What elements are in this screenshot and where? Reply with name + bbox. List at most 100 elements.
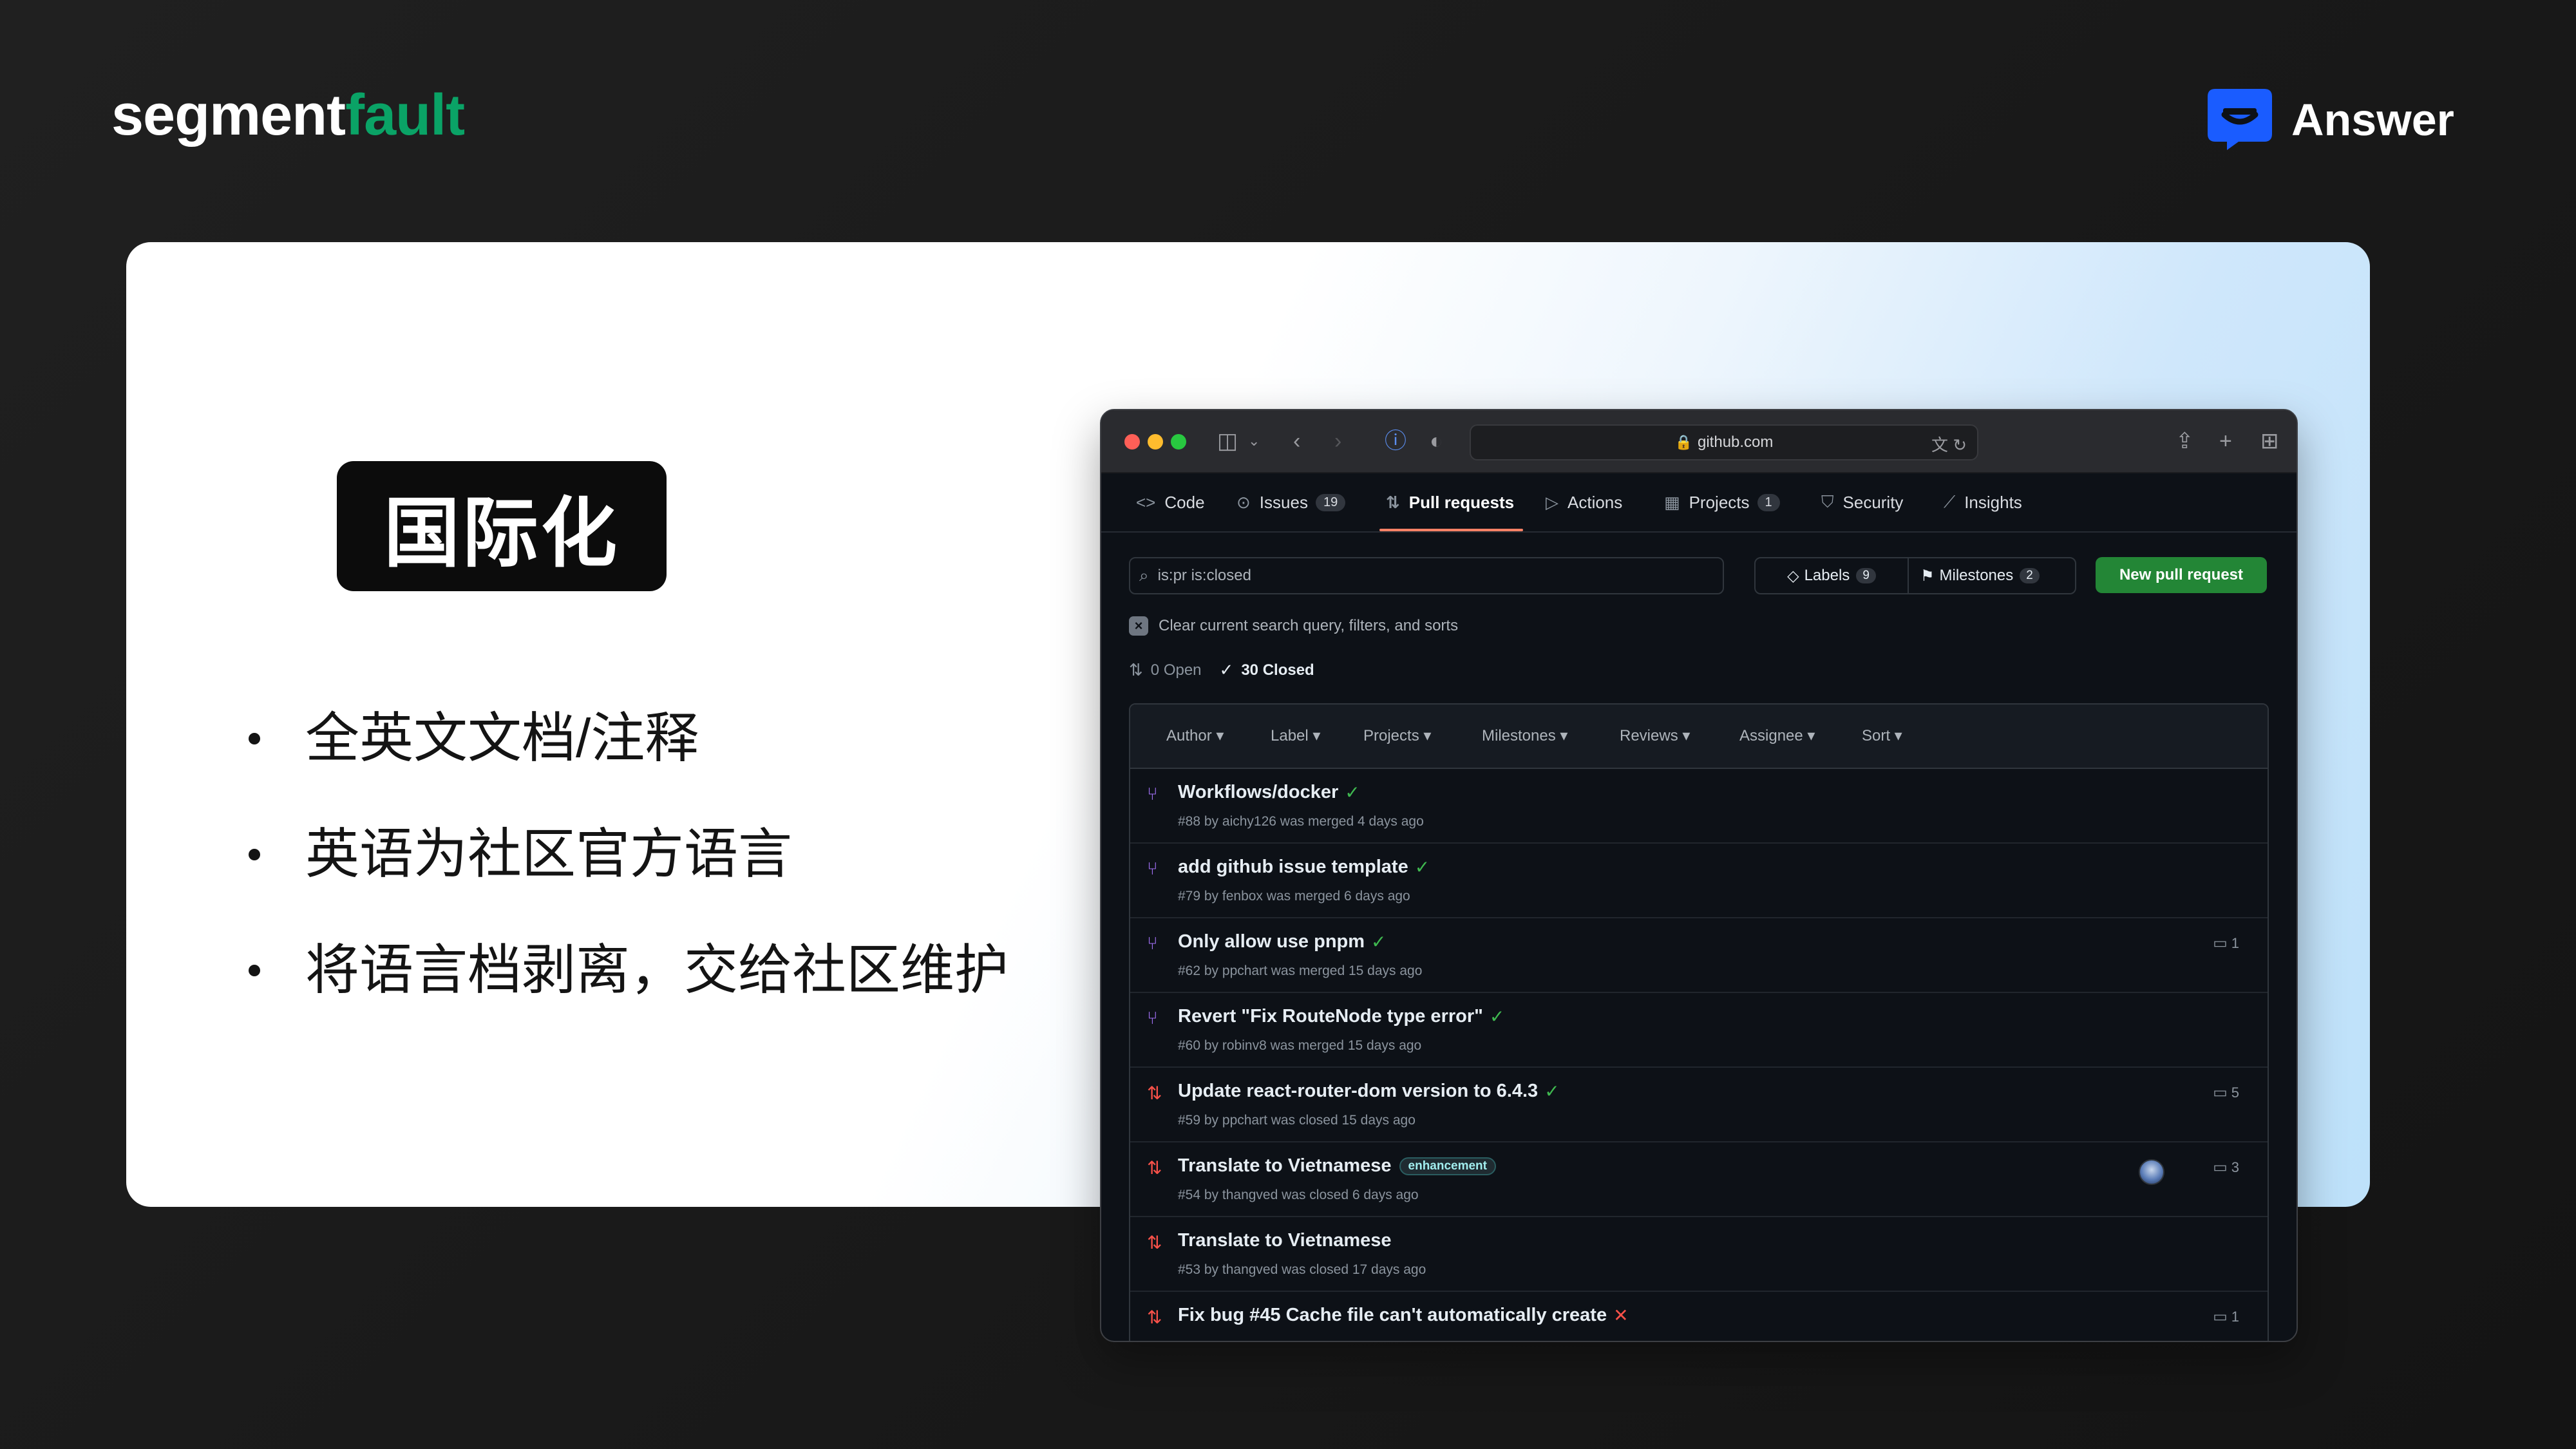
- check-icon[interactable]: ✓: [1371, 931, 1386, 952]
- new-pull-request-button[interactable]: New pull request: [2096, 557, 2267, 593]
- browser-window: ◫ ⌄ ‹ › ⓘ ◐ 🔒 github.com 文 ↻ ⇪ + ⊞ <> Cod…: [1100, 409, 2298, 1342]
- search-query-text: is:pr is:closed: [1157, 567, 1251, 584]
- tab-label: Projects: [1689, 492, 1750, 512]
- pr-row[interactable]: ⑂ Revert "Fix RouteNode type error" ✓ #60…: [1130, 993, 2268, 1068]
- pr-title[interactable]: Translate to Vietnamese: [1178, 1230, 1392, 1251]
- tab-security[interactable]: ⛉ Security: [1821, 473, 1903, 531]
- pr-title[interactable]: Update react-router-dom version to 6.4.3…: [1178, 1081, 1560, 1102]
- tab-projects[interactable]: ▦ Projects 1: [1664, 473, 1780, 531]
- pr-search-input[interactable]: ⌕ is:pr is:closed: [1129, 557, 1724, 594]
- labels-count: 9: [1856, 568, 1876, 583]
- segmentfault-logo: segmentfault: [111, 82, 465, 149]
- minimize-window-button[interactable]: [1148, 434, 1163, 450]
- pull-request-icon: ⇅: [1386, 492, 1400, 512]
- merged-pr-icon: ⑂: [1147, 933, 1158, 953]
- comments-link[interactable]: ▭ 1: [2213, 934, 2239, 952]
- assignee-avatar[interactable]: [2139, 1159, 2164, 1185]
- check-icon: ✓: [1219, 660, 1234, 679]
- comment-count: 3: [2231, 1159, 2239, 1175]
- filter-reviews[interactable]: Reviews ▾: [1620, 726, 1690, 745]
- bullet-list: 全英文文档/注释 英语为社区官方语言 将语言档剥离，交给社区维护: [249, 706, 1009, 1054]
- pr-title[interactable]: Workflows/docker ✓: [1178, 782, 1360, 803]
- comments-link[interactable]: ▭ 1: [2213, 1307, 2239, 1326]
- pr-title-text: Translate to Vietnamese: [1178, 1230, 1392, 1251]
- comment-icon: ▭: [2213, 934, 2228, 952]
- graph-icon: ⟋: [1944, 492, 1956, 511]
- bullet-dot: [249, 733, 260, 744]
- filter-milestones[interactable]: Milestones ▾: [1482, 726, 1567, 745]
- tab-pull-requests[interactable]: ⇅ Pull requests: [1379, 473, 1524, 531]
- address-bar[interactable]: 🔒 github.com 文 ↻: [1470, 424, 1978, 460]
- pr-row[interactable]: ⑂ Only allow use pnpm ✓ #62 by ppchart wa…: [1130, 918, 2268, 993]
- closed-pr-icon: ⇅: [1147, 1158, 1162, 1178]
- pr-title[interactable]: Only allow use pnpm ✓: [1178, 931, 1387, 952]
- zoom-window-button[interactable]: [1171, 434, 1186, 450]
- closed-filter[interactable]: ✓ 30 Closed: [1220, 660, 1314, 680]
- filter-label: Author: [1166, 727, 1212, 744]
- pr-meta: #79 by fenbox was merged 6 days ago: [1178, 889, 1410, 904]
- labels-button[interactable]: ◇ Labels 9: [1756, 558, 1909, 593]
- pr-title[interactable]: add github issue template ✓: [1178, 857, 1430, 878]
- bullet-text: 将语言档剥离，交给社区维护: [305, 940, 1009, 1000]
- pr-list-header: Author ▾ Label ▾ Projects ▾ Milestones ▾…: [1130, 705, 2268, 769]
- open-count: 0 Open: [1150, 661, 1202, 679]
- logo-segment-text: segment: [111, 83, 346, 147]
- open-filter[interactable]: ⇅ 0 Open: [1129, 660, 1202, 680]
- new-tab-icon[interactable]: +: [2219, 430, 2232, 453]
- tag-icon: ◇: [1787, 567, 1799, 585]
- clear-filters-link[interactable]: × Clear current search query, filters, a…: [1129, 616, 1458, 636]
- filter-label: Milestones: [1482, 727, 1556, 744]
- milestones-button[interactable]: ⚑ Milestones 2: [1909, 558, 2051, 593]
- pr-row[interactable]: ⇅ Translate to Vietnamese #53 by thangve…: [1130, 1217, 2268, 1292]
- filter-projects[interactable]: Projects ▾: [1363, 726, 1431, 745]
- tab-insights[interactable]: ⟋ Insights: [1944, 473, 2022, 531]
- close-icon: ×: [1129, 616, 1148, 636]
- code-icon: <>: [1136, 492, 1156, 512]
- tab-issues[interactable]: ⊙ Issues 19: [1236, 473, 1346, 531]
- filter-label: Sort: [1862, 727, 1891, 744]
- pr-title[interactable]: Fix bug #45 Cache file can't automatical…: [1178, 1305, 1629, 1326]
- pr-title[interactable]: Revert "Fix RouteNode type error" ✓: [1178, 1006, 1504, 1027]
- failure-x-icon[interactable]: ✕: [1613, 1305, 1628, 1326]
- password-extension-icon[interactable]: ⓘ: [1385, 430, 1406, 453]
- pull-request-icon: ⇅: [1129, 660, 1143, 679]
- pr-title-text: Workflows/docker: [1178, 782, 1339, 802]
- pr-row[interactable]: ⇅ Update react-router-dom version to 6.4…: [1130, 1068, 2268, 1142]
- address-bar-url: github.com: [1698, 433, 1774, 451]
- check-icon[interactable]: ✓: [1415, 857, 1430, 878]
- comment-count: 1: [2231, 934, 2239, 951]
- tab-actions[interactable]: ▷ Actions: [1546, 473, 1622, 531]
- filter-label: Assignee: [1739, 727, 1803, 744]
- closed-pr-icon: ⇅: [1147, 1307, 1162, 1327]
- pr-row[interactable]: ⑂ Workflows/docker ✓ #88 by aichy126 was …: [1130, 769, 2268, 844]
- back-arrow-icon[interactable]: ‹: [1293, 430, 1300, 453]
- pr-row[interactable]: ⇅ Fix bug #45 Cache file can't automatic…: [1130, 1292, 2268, 1341]
- share-icon[interactable]: ⇪: [2175, 430, 2194, 453]
- filter-sort[interactable]: Sort ▾: [1862, 726, 1902, 745]
- comments-link[interactable]: ▭ 5: [2213, 1083, 2239, 1102]
- check-icon[interactable]: ✓: [1544, 1081, 1559, 1102]
- privacy-shield-icon[interactable]: ◐: [1430, 430, 1443, 453]
- issues-count: 19: [1315, 493, 1346, 511]
- filter-label[interactable]: Label ▾: [1271, 726, 1320, 745]
- filter-label: Projects: [1363, 727, 1419, 744]
- filter-author[interactable]: Author ▾: [1166, 726, 1224, 745]
- sidebar-toggle-icon[interactable]: ◫: [1217, 430, 1238, 453]
- tab-overview-icon[interactable]: ⊞: [2260, 430, 2279, 453]
- merged-pr-icon: ⑂: [1147, 784, 1158, 804]
- comment-count: 5: [2231, 1084, 2239, 1101]
- check-icon[interactable]: ✓: [1345, 782, 1359, 803]
- forward-arrow-icon[interactable]: ›: [1334, 430, 1341, 453]
- pr-row[interactable]: ⑂ add github issue template ✓ #79 by fenb…: [1130, 844, 2268, 918]
- pr-row[interactable]: ⇅ Translate to Vietnamese enhancement #54…: [1130, 1142, 2268, 1217]
- filter-assignee[interactable]: Assignee ▾: [1739, 726, 1815, 745]
- enhancement-label[interactable]: enhancement: [1399, 1157, 1496, 1175]
- pr-title[interactable]: Translate to Vietnamese enhancement: [1178, 1155, 1496, 1177]
- check-icon[interactable]: ✓: [1490, 1006, 1504, 1027]
- tab-code[interactable]: <> Code: [1136, 473, 1205, 531]
- comments-link[interactable]: ▭ 3: [2213, 1158, 2239, 1177]
- close-window-button[interactable]: [1124, 434, 1140, 450]
- milestone-icon: ⚑: [1920, 567, 1935, 585]
- chevron-down-icon[interactable]: ⌄: [1248, 430, 1260, 453]
- translate-reload-icons[interactable]: 文 ↻: [1931, 432, 1967, 456]
